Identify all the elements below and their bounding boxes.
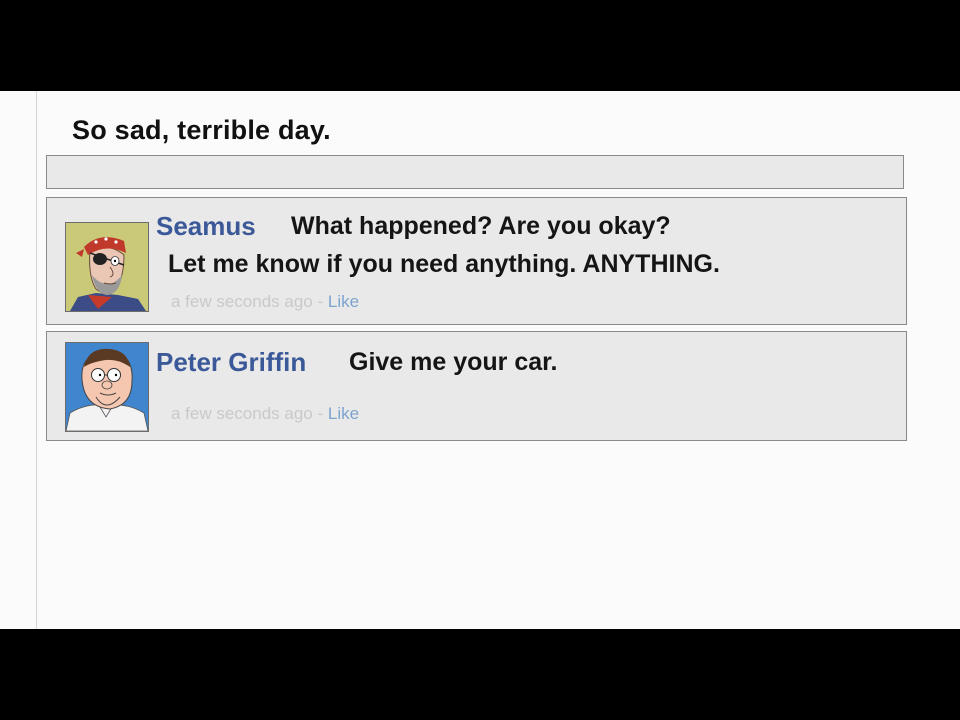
comment-author-link[interactable]: Peter Griffin [156,347,306,378]
peter-griffin-avatar-icon[interactable] [65,342,149,432]
feed-page: So sad, terrible day. Seamus What happen… [0,91,960,629]
comment-timestamp: a few seconds ago [171,404,313,423]
comment-text-line: What happened? Are you okay? [291,212,671,240]
letterbox-bottom [0,629,960,720]
left-divider [36,91,37,629]
letterbox-top [0,0,960,91]
comment-author-link[interactable]: Seamus [156,211,256,242]
status-message: So sad, terrible day. [72,115,331,145]
like-link[interactable]: Like [328,292,359,311]
comment-text-line: Give me your car. [349,348,558,376]
meta-separator: - [312,404,328,423]
comment-timestamp: a few seconds ago [171,292,313,311]
like-link[interactable]: Like [328,404,359,423]
meta-separator: - [312,292,328,311]
seamus-avatar-icon[interactable] [65,222,149,312]
comment-item: Peter Griffin Give me your car. a few se… [46,331,907,441]
comment-input-box[interactable] [46,155,904,189]
comment-meta: a few seconds ago - Like [171,404,359,424]
comment-meta: a few seconds ago - Like [171,292,359,312]
comment-text-line: Let me know if you need anything. ANYTHI… [168,250,720,278]
comment-item: Seamus What happened? Are you okay? Let … [46,197,907,325]
